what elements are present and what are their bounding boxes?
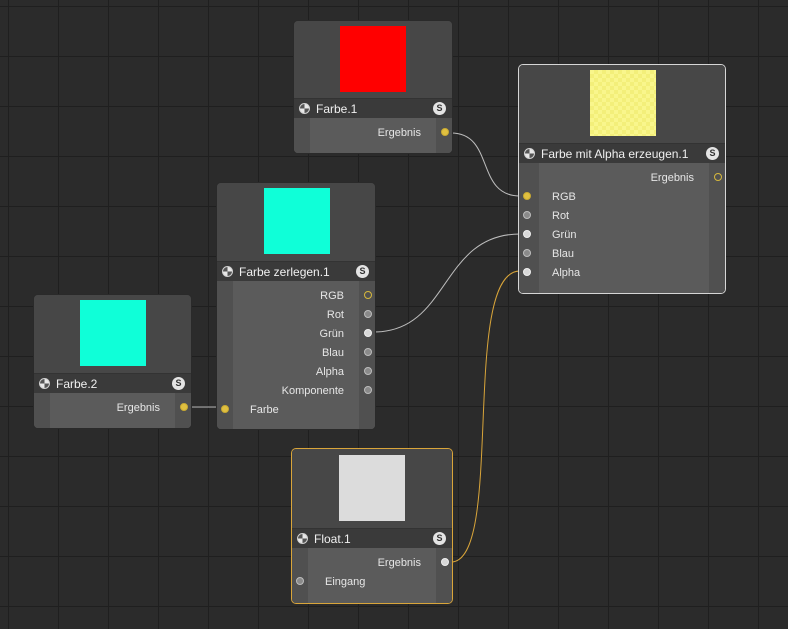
input-port-rgb[interactable] [523, 192, 531, 200]
solo-badge-icon[interactable]: S [356, 265, 369, 278]
node-body: RGB Rot Grün Blau Alpha Komponente Farbe [217, 281, 375, 429]
node-body: Ergebnis RGB Rot Grün Blau Alpha [519, 163, 725, 293]
port-label: Alpha [552, 267, 581, 279]
input-row-eingang: Eingang [292, 573, 452, 592]
port-label: Grün [319, 328, 344, 340]
node-title: Float.1 [314, 532, 351, 546]
port-label: Komponente [281, 385, 344, 397]
node-title-bar[interactable]: Farbe.1 S [294, 98, 452, 118]
wire-zerlegen-gruen-to-gruen[interactable] [373, 233, 521, 333]
input-port-alpha[interactable] [523, 268, 531, 276]
solo-badge-icon[interactable]: S [706, 147, 719, 160]
output-row-ergebnis: Ergebnis [519, 169, 725, 188]
input-row-farbe: Farbe [217, 401, 375, 420]
output-row-blau: Blau [217, 344, 375, 363]
port-label: Rot [326, 309, 344, 321]
node-type-icon [299, 103, 310, 114]
node-farbe-2[interactable]: Farbe.2 S Ergebnis [33, 294, 192, 429]
color-preview-swatch [340, 26, 406, 92]
node-type-icon [222, 266, 233, 277]
input-row-alpha: Alpha [519, 264, 725, 283]
output-port-ergebnis[interactable] [714, 173, 722, 181]
port-label: Rot [552, 210, 570, 222]
node-title-bar[interactable]: Float.1 S [292, 528, 452, 548]
node-preview [519, 65, 725, 144]
node-title-bar[interactable]: Farbe mit Alpha erzeugen.1 S [519, 143, 725, 163]
input-port-eingang[interactable] [296, 577, 304, 585]
node-float-1[interactable]: Float.1 S Ergebnis Eingang [291, 448, 453, 604]
color-preview-swatch [80, 300, 146, 366]
port-label: Ergebnis [377, 557, 421, 569]
output-row-ergebnis: Ergebnis [294, 124, 452, 143]
output-row-ergebnis: Ergebnis [292, 554, 452, 573]
port-label: Ergebnis [650, 172, 694, 184]
node-type-icon [39, 378, 50, 389]
node-farbe-zerlegen-1[interactable]: Farbe zerlegen.1 S RGB Rot Grün Blau Alp… [216, 182, 376, 430]
port-label: Farbe [250, 404, 279, 416]
solo-badge-icon[interactable]: S [433, 102, 446, 115]
input-port-farbe[interactable] [221, 405, 229, 413]
port-label: Eingang [325, 576, 366, 588]
input-port-gruen[interactable] [523, 230, 531, 238]
output-port-gruen[interactable] [364, 329, 372, 337]
output-row-komponente: Komponente [217, 382, 375, 401]
port-label: Alpha [315, 366, 344, 378]
node-body: Ergebnis [294, 118, 452, 153]
node-title: Farbe.2 [56, 377, 98, 391]
node-preview [34, 295, 191, 373]
output-port-rot[interactable] [364, 310, 372, 318]
output-port-komponente[interactable] [364, 386, 372, 394]
input-row-gruen: Grün [519, 226, 725, 245]
node-title: Farbe mit Alpha erzeugen.1 [541, 147, 689, 161]
node-body: Ergebnis [34, 393, 191, 428]
port-label: Ergebnis [116, 402, 160, 414]
color-preview-swatch [590, 70, 656, 136]
node-preview [294, 21, 452, 98]
node-body: Ergebnis Eingang [292, 548, 452, 603]
output-port-blau[interactable] [364, 348, 372, 356]
port-label: Grün [552, 229, 577, 241]
output-row-rot: Rot [217, 306, 375, 325]
node-farbe-mit-alpha-erzeugen-1[interactable]: Farbe mit Alpha erzeugen.1 S Ergebnis RG… [518, 64, 726, 294]
port-label: Blau [321, 347, 344, 359]
node-type-icon [524, 148, 535, 159]
port-label: RGB [552, 191, 576, 203]
output-port-ergebnis[interactable] [180, 403, 188, 411]
node-preview [217, 183, 375, 261]
solo-badge-icon[interactable]: S [172, 377, 185, 390]
input-row-rot: Rot [519, 207, 725, 226]
input-port-blau[interactable] [523, 249, 531, 257]
node-preview [292, 449, 452, 528]
output-row-ergebnis: Ergebnis [34, 399, 191, 418]
output-port-alpha[interactable] [364, 367, 372, 375]
port-label: Blau [552, 248, 575, 260]
input-row-blau: Blau [519, 245, 725, 264]
wire-farbe1-to-rgb[interactable] [450, 132, 521, 197]
output-row-rgb: RGB [217, 287, 375, 306]
node-farbe-1[interactable]: Farbe.1 S Ergebnis [293, 20, 453, 154]
node-title-bar[interactable]: Farbe.2 S [34, 373, 191, 393]
wire-float-to-alpha[interactable] [450, 270, 521, 563]
solo-badge-icon[interactable]: S [433, 532, 446, 545]
node-title: Farbe.1 [316, 102, 358, 116]
input-port-rot[interactable] [523, 211, 531, 219]
node-type-icon [297, 533, 308, 544]
output-port-rgb[interactable] [364, 291, 372, 299]
color-preview-swatch [264, 188, 330, 254]
node-title: Farbe zerlegen.1 [239, 265, 330, 279]
color-preview-swatch [339, 455, 405, 521]
output-port-ergebnis[interactable] [441, 558, 449, 566]
input-row-rgb: RGB [519, 188, 725, 207]
port-label: Ergebnis [377, 127, 421, 139]
output-row-gruen: Grün [217, 325, 375, 344]
port-label: RGB [320, 290, 344, 302]
output-port-ergebnis[interactable] [441, 128, 449, 136]
node-title-bar[interactable]: Farbe zerlegen.1 S [217, 261, 375, 281]
output-row-alpha: Alpha [217, 363, 375, 382]
